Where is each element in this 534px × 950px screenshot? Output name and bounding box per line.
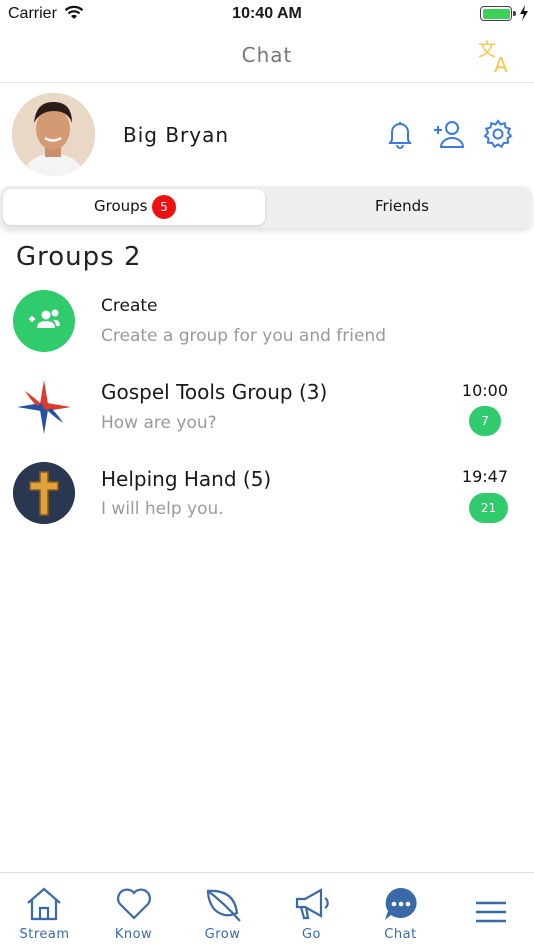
tab-menu[interactable]	[445, 873, 534, 950]
create-group-row[interactable]: Create Create a group for you and friend	[0, 290, 534, 366]
translate-icon[interactable]: 文 A	[476, 36, 516, 77]
settings-gear-icon[interactable]	[482, 118, 514, 150]
tab-label: Know	[114, 927, 153, 942]
add-group-icon	[13, 290, 75, 352]
tab-label: Stream	[19, 927, 70, 942]
tab-know[interactable]: Know	[89, 873, 178, 950]
section-title: Groups 2	[16, 242, 142, 272]
status-time: 10:40 AM	[232, 5, 302, 22]
group-time: 19:47	[461, 467, 508, 486]
chat-bubble-icon	[385, 887, 417, 920]
status-bar: Carrier 10:40 AM	[0, 0, 534, 28]
home-icon	[27, 887, 61, 921]
tab-groups[interactable]: Groups 5	[3, 189, 265, 225]
heart-icon	[117, 888, 151, 920]
profile-name: Big Bryan	[123, 123, 230, 147]
tab-grow[interactable]: Grow	[178, 873, 267, 950]
groups-badge: 5	[152, 195, 176, 219]
tab-friends-label: Friends	[375, 197, 429, 215]
battery-icon	[480, 6, 512, 21]
unread-count-badge: 21	[469, 493, 508, 523]
group-time: 10:00	[461, 381, 508, 400]
svg-text:A: A	[494, 53, 508, 76]
tab-chat[interactable]: Chat	[356, 873, 445, 950]
group-title: Gospel Tools Group (3)	[101, 380, 328, 404]
create-subtitle: Create a group for you and friend	[101, 326, 387, 346]
tab-stream[interactable]: Stream	[0, 873, 89, 950]
create-title: Create	[101, 296, 158, 316]
battery-cap	[513, 11, 516, 16]
segmented-control: Groups 5 Friends	[0, 186, 532, 228]
tab-go[interactable]: Go	[267, 873, 356, 950]
bell-icon[interactable]	[384, 118, 416, 150]
megaphone-icon	[295, 888, 329, 920]
menu-icon	[476, 901, 506, 923]
tab-friends[interactable]: Friends	[266, 186, 532, 228]
list-item[interactable]: Gospel Tools Group (3) How are you? 10:0…	[0, 376, 534, 452]
leaf-icon	[206, 889, 241, 922]
profile-header: Big Bryan	[0, 90, 534, 180]
tab-groups-label: Groups	[94, 197, 148, 215]
list-item[interactable]: Helping Hand (5) I will help you. 19:47 …	[0, 462, 534, 538]
gospel-tools-logo	[13, 376, 75, 438]
group-last-message: I will help you.	[101, 499, 224, 519]
group-last-message: How are you?	[101, 413, 217, 433]
unread-count-badge: 7	[469, 406, 501, 436]
cross-logo	[13, 462, 75, 524]
bottom-tab-bar: Stream Know Grow Go Chat	[0, 872, 534, 950]
add-friend-icon[interactable]	[432, 118, 466, 150]
tab-label: Chat	[384, 927, 417, 942]
nav-bar: Chat 文 A	[0, 28, 534, 83]
tab-label: Go	[301, 927, 322, 942]
group-title: Helping Hand (5)	[101, 467, 272, 491]
page-title: Chat	[241, 43, 293, 67]
tab-label: Grow	[204, 927, 241, 942]
avatar[interactable]	[12, 93, 95, 176]
charging-icon	[519, 5, 529, 25]
